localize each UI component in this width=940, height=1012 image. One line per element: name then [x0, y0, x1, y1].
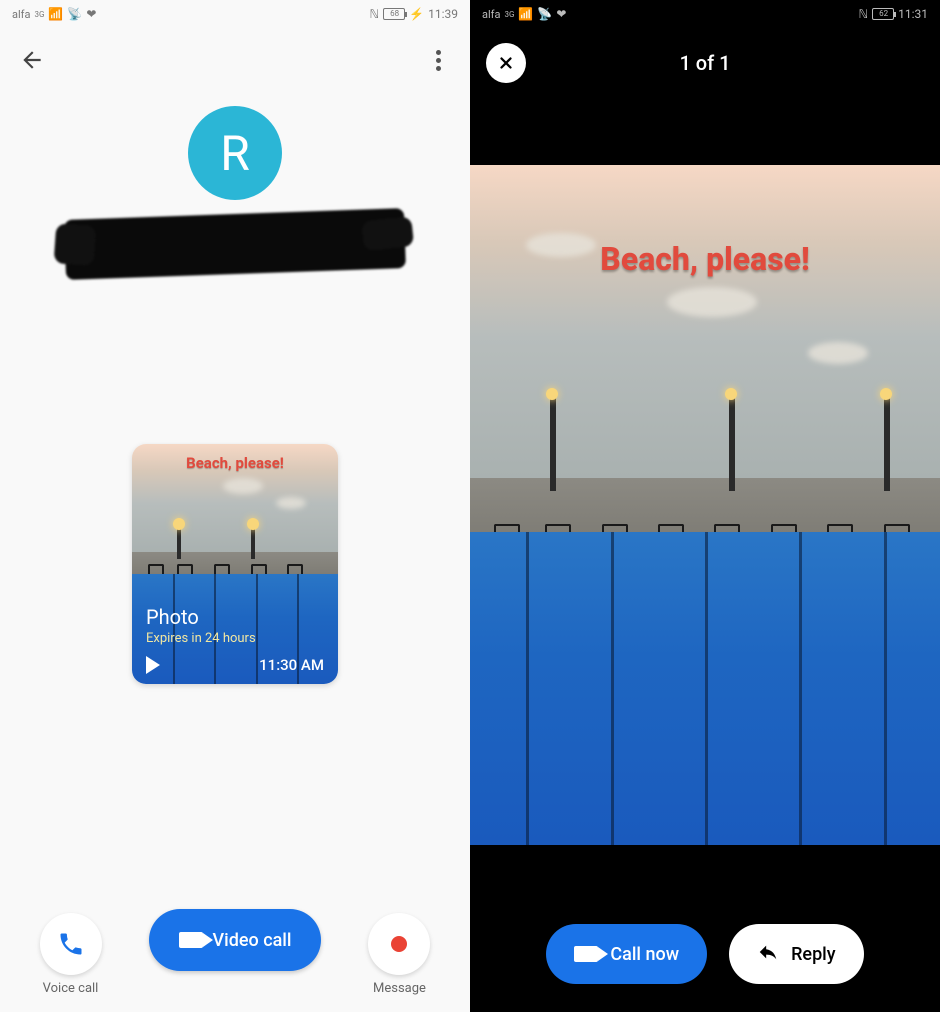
photo-caption: Beach, please!: [132, 454, 338, 472]
heart-icon: ❤: [86, 7, 96, 21]
card-title: Photo: [146, 605, 324, 629]
overflow-menu-button[interactable]: [424, 46, 452, 74]
photo-viewer-screen: alfa 3G 📶 📡 ❤ ℕ 62 11:31 1 of 1: [470, 0, 940, 1012]
video-camera-icon: [574, 946, 598, 962]
signal-icon: 📶: [518, 7, 533, 21]
record-icon: [391, 936, 407, 952]
clock: 11:31: [898, 7, 928, 21]
close-icon: [497, 54, 515, 72]
message-button[interactable]: [368, 913, 430, 975]
nfc-icon: ℕ: [370, 7, 380, 21]
charging-icon: ⚡: [409, 7, 424, 21]
call-now-button[interactable]: Call now: [546, 924, 707, 984]
photo-counter: 1 of 1: [679, 51, 730, 75]
nfc-icon: ℕ: [859, 7, 869, 21]
contact-name-redacted: [64, 208, 406, 280]
voice-call-button[interactable]: [40, 913, 102, 975]
carrier-label: alfa: [482, 8, 500, 21]
battery-icon: 62: [872, 8, 894, 20]
bottom-actions: Voice call Video call Message: [0, 909, 470, 996]
avatar-initial: R: [220, 125, 250, 182]
video-call-label: Video call: [213, 930, 292, 951]
reply-button[interactable]: Reply: [729, 924, 864, 984]
battery-percent: 62: [879, 10, 888, 18]
clock: 11:39: [428, 7, 458, 21]
card-timestamp: 11:30 AM: [259, 656, 324, 674]
network-label: 3G: [34, 10, 44, 19]
viewer-top-bar: 1 of 1: [470, 28, 940, 98]
back-button[interactable]: [18, 46, 46, 74]
video-call-button[interactable]: Video call: [149, 909, 322, 971]
network-label: 3G: [504, 10, 514, 19]
close-button[interactable]: [486, 43, 526, 83]
play-icon: [146, 656, 160, 674]
video-camera-icon: [179, 932, 203, 948]
wifi-icon: 📡: [537, 7, 552, 21]
kebab-dot-icon: [436, 50, 441, 55]
top-bar: [0, 28, 470, 82]
signal-icon: 📶: [48, 7, 63, 21]
kebab-dot-icon: [436, 66, 441, 71]
photo-message-card[interactable]: Beach, please! Photo Expires in 24 hours…: [132, 444, 338, 684]
status-bar: alfa 3G 📶 📡 ❤ ℕ 62 11:31: [470, 0, 940, 28]
call-now-label: Call now: [610, 944, 679, 965]
contact-avatar[interactable]: R: [188, 106, 282, 200]
wifi-icon: 📡: [67, 7, 82, 21]
carrier-label: alfa: [12, 8, 30, 21]
contact-screen: alfa 3G 📶 📡 ❤ ℕ 68 ⚡ 11:39 R: [0, 0, 470, 1012]
voice-call-label: Voice call: [43, 981, 99, 996]
arrow-left-icon: [19, 47, 45, 73]
reply-label: Reply: [791, 944, 836, 965]
viewer-actions: Call now Reply: [470, 924, 940, 984]
battery-percent: 68: [390, 10, 399, 18]
heart-icon: ❤: [556, 7, 566, 21]
phone-icon: [57, 930, 85, 958]
kebab-dot-icon: [436, 58, 441, 63]
photo-full-view[interactable]: Beach, please!: [470, 165, 940, 845]
photo-caption: Beach, please!: [470, 240, 940, 278]
status-bar: alfa 3G 📶 📡 ❤ ℕ 68 ⚡ 11:39: [0, 0, 470, 28]
message-label: Message: [373, 981, 426, 996]
battery-icon: 68: [383, 8, 405, 20]
reply-arrow-icon: [757, 941, 779, 968]
card-expiry: Expires in 24 hours: [146, 631, 324, 646]
